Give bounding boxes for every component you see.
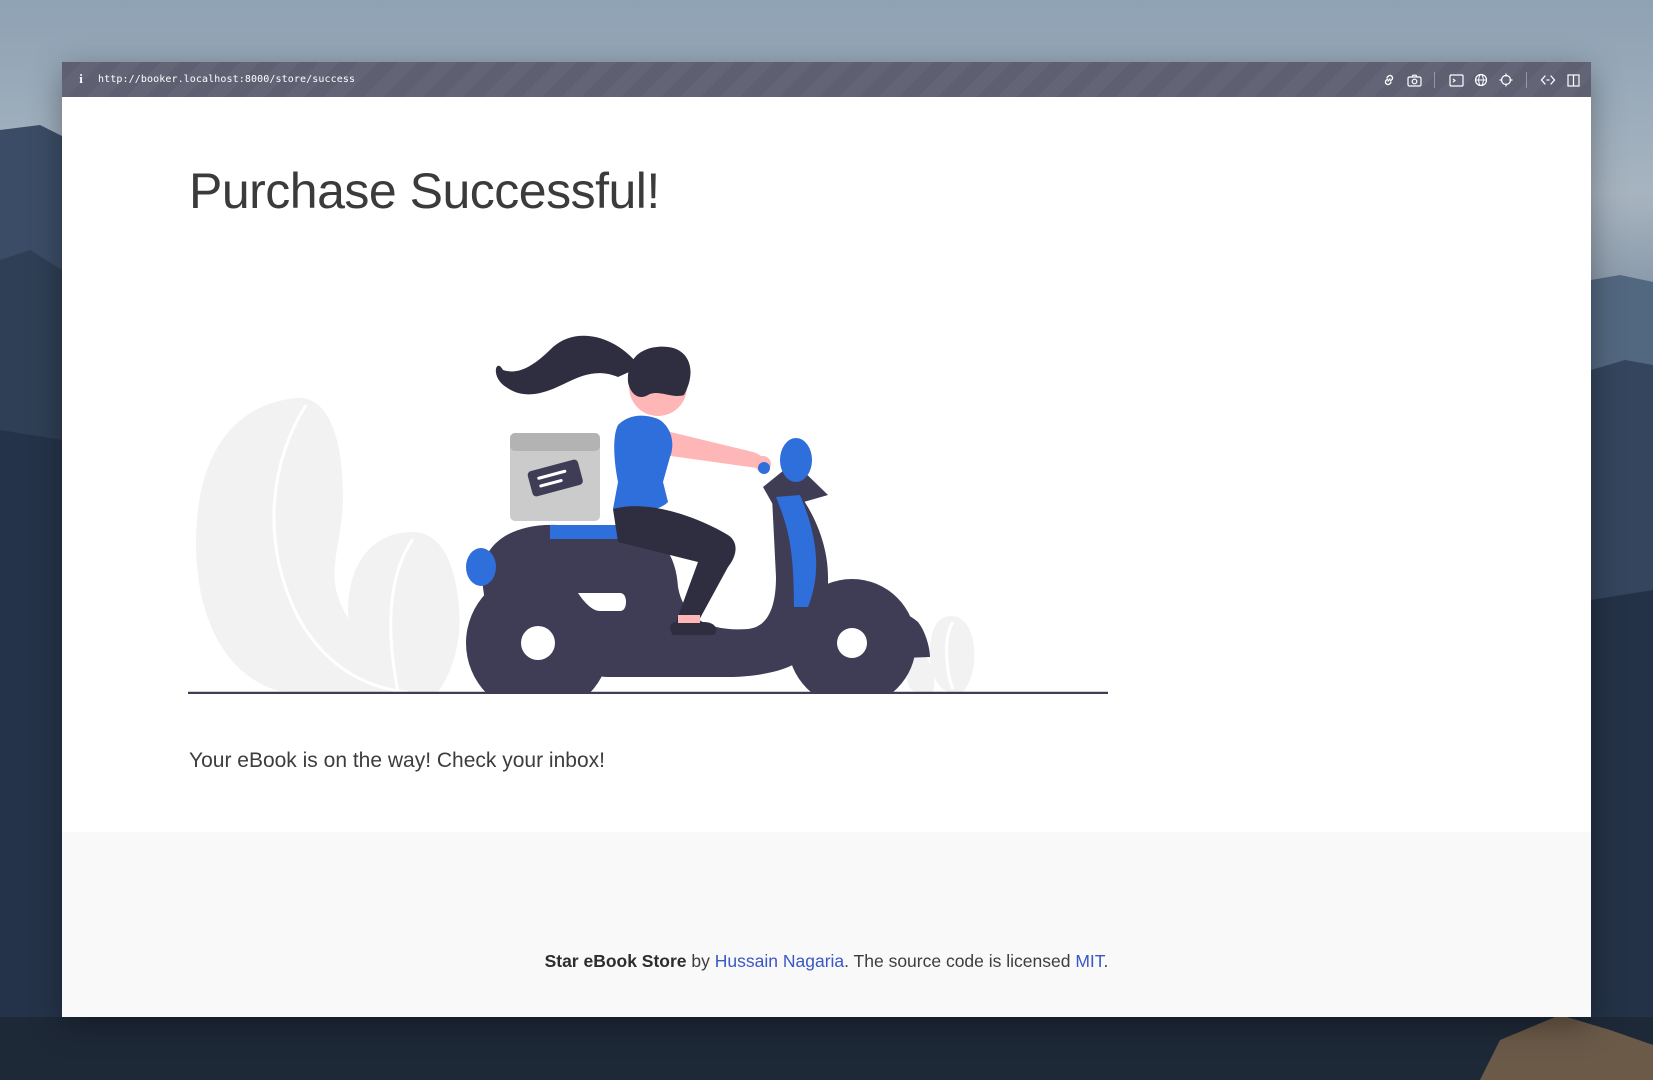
author-link[interactable]: Hussain Nagaria — [715, 951, 844, 971]
footer-end: . — [1103, 951, 1109, 971]
url-bar[interactable]: http://booker.localhost:8000/store/succe… — [98, 72, 355, 87]
footer-by: by — [686, 951, 715, 971]
toolbar-separator — [1434, 72, 1435, 88]
browser-window: i http://booker.localhost:8000/store/suc… — [62, 62, 1591, 1017]
footer-brand: Star eBook Store — [544, 951, 687, 971]
page-content: Purchase Successful! Your eBook is on th… — [62, 97, 1591, 795]
site-footer: Star eBook Store by Hussain Nagaria. The… — [62, 832, 1591, 1017]
browser-toolbar: i http://booker.localhost:8000/store/suc… — [62, 62, 1591, 97]
page-title: Purchase Successful! — [189, 163, 660, 219]
scooter-headlight — [780, 438, 812, 482]
scooter-illustration — [188, 335, 1108, 694]
toolbar-icons — [1374, 70, 1583, 90]
delivery-box — [510, 433, 600, 521]
crosshair-icon[interactable] — [1496, 70, 1516, 90]
link-icon[interactable] — [1379, 70, 1399, 90]
scooter-tail-light — [466, 548, 496, 586]
terminal-icon[interactable] — [1446, 70, 1466, 90]
footer-license-text: . The source code is licensed — [844, 951, 1076, 971]
camera-icon[interactable] — [1404, 70, 1424, 90]
mit-license-link[interactable]: MIT — [1075, 951, 1103, 971]
toolbar-separator — [1526, 72, 1527, 88]
globe-icon[interactable] — [1471, 70, 1491, 90]
split-view-icon[interactable] — [1563, 70, 1583, 90]
info-icon[interactable]: i — [76, 71, 86, 87]
code-icon[interactable] — [1538, 70, 1558, 90]
footer-text: Star eBook Store by Hussain Nagaria. The… — [62, 950, 1591, 972]
confirmation-message: Your eBook is on the way! Check your inb… — [189, 749, 605, 772]
